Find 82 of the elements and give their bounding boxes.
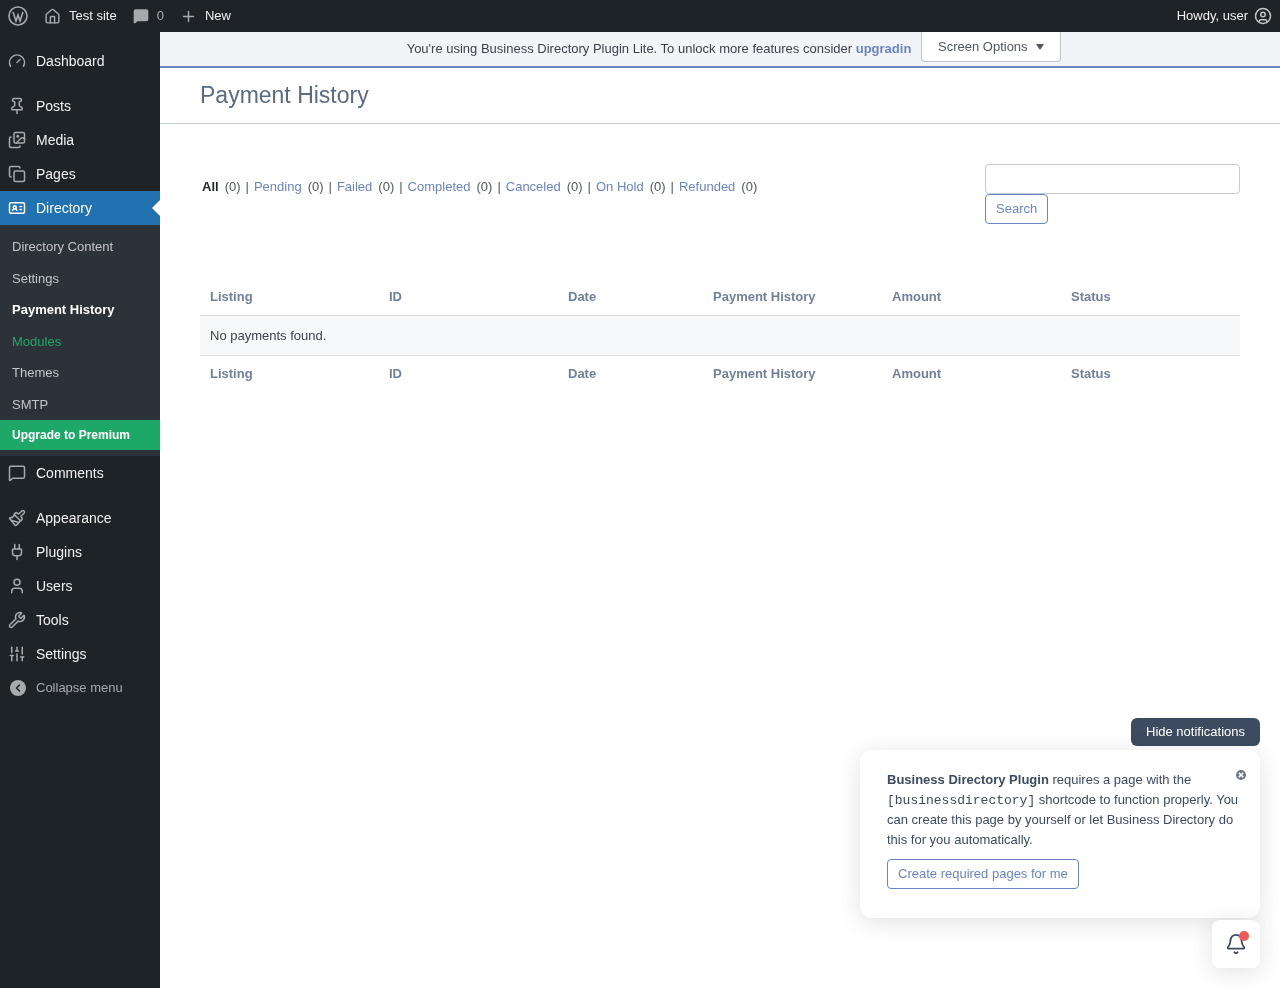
filter-count: (0) xyxy=(378,178,395,196)
menu-item[interactable]: Pages xyxy=(0,157,160,191)
submenu-item[interactable]: SMTP xyxy=(0,388,160,420)
menu-item[interactable]: Media xyxy=(0,123,160,157)
submenu-item[interactable]: Payment History xyxy=(0,294,160,326)
menu-item[interactable]: Posts xyxy=(0,89,160,123)
submenu-item[interactable]: Settings xyxy=(0,262,160,294)
filter-separator: | xyxy=(245,178,249,196)
column-header: Payment History xyxy=(712,288,817,306)
filter-count: (0) xyxy=(307,178,324,196)
notification-message: Business Directory Plugin requires a page with the [businessdirectory] shortcode to function properly. You can create this page by yourself or let Business Directory do this for you automatically. xyxy=(887,771,1240,849)
account-link[interactable]: Howdy, user xyxy=(1176,6,1248,26)
bell-icon xyxy=(1225,933,1247,955)
column-footer: ID xyxy=(379,356,558,392)
collapse-menu[interactable]: Collapse menu xyxy=(0,671,160,705)
column-header: Date xyxy=(567,288,598,306)
filter-separator: | xyxy=(587,178,591,196)
wrench-icon xyxy=(8,611,26,629)
filter-separator: | xyxy=(399,178,403,196)
wordpress-logo-icon[interactable] xyxy=(8,6,28,26)
menu-item[interactable]: Dashboard xyxy=(0,44,160,78)
filter-separator: | xyxy=(328,178,332,196)
menu-item[interactable]: Plugins xyxy=(0,535,160,569)
hide-notifications-button[interactable]: Hide notifications xyxy=(1131,718,1260,746)
filter-count: (0) xyxy=(566,178,583,196)
status-filter[interactable]: Pending xyxy=(253,177,302,197)
search-button[interactable]: Search xyxy=(985,194,1049,224)
status-filter[interactable]: Canceled xyxy=(505,177,561,197)
menu-item[interactable]: Comments xyxy=(0,456,160,490)
collapse-icon xyxy=(10,680,26,696)
submenu-item[interactable]: Themes xyxy=(0,357,160,389)
filter-separator: | xyxy=(497,178,501,196)
column-footer: Status xyxy=(1061,356,1240,392)
speech-bubble-icon xyxy=(8,464,26,482)
empty-row: No payments found. xyxy=(200,315,1240,356)
column-footer: Amount xyxy=(882,356,1061,392)
column-footer: Payment History xyxy=(703,356,882,392)
status-filter[interactable]: On Hold xyxy=(596,177,644,197)
id-card-icon xyxy=(8,199,26,217)
dashboard-icon xyxy=(8,52,26,70)
status-filter[interactable]: Refunded xyxy=(678,177,736,197)
home-icon xyxy=(44,7,61,25)
dropdown-arrow-icon xyxy=(1035,43,1044,50)
menu-item[interactable]: Settings xyxy=(0,637,160,671)
screen-options-button[interactable]: Screen Options xyxy=(921,32,1061,62)
notice-text: You're using Business Directory Plugin Lite. To unlock more features consider upgradin xyxy=(406,40,912,59)
column-footer: Listing xyxy=(200,356,379,392)
filter-count: (0) xyxy=(476,178,493,196)
menu-item[interactable]: Users xyxy=(0,569,160,603)
menu-item[interactable]: Tools xyxy=(0,603,160,637)
menu-item[interactable]: Appearance xyxy=(0,501,160,535)
site-link[interactable]: Test site xyxy=(69,6,117,26)
user-icon xyxy=(8,577,26,595)
column-footer: Date xyxy=(558,356,703,392)
new-link[interactable]: New xyxy=(204,6,231,26)
column-header: ID xyxy=(388,288,403,306)
pages-icon xyxy=(8,165,26,183)
page-title: Payment History xyxy=(200,81,369,111)
comment-icon xyxy=(132,8,149,24)
submenu-item[interactable]: Directory Content xyxy=(0,231,160,263)
column-header: Listing xyxy=(209,288,254,306)
submenu-item[interactable]: Modules xyxy=(0,325,160,357)
filter-count: (0) xyxy=(224,178,241,196)
filter-count: (0) xyxy=(649,178,666,196)
create-pages-button[interactable]: Create required pages for me xyxy=(887,859,1079,889)
status-filter[interactable]: All xyxy=(202,177,219,197)
filter-count: (0) xyxy=(741,178,758,196)
column-header: Amount xyxy=(891,288,943,306)
pin-icon xyxy=(8,97,26,115)
filter-separator: | xyxy=(670,178,674,196)
paintbrush-icon xyxy=(8,509,26,527)
avatar-icon[interactable] xyxy=(1254,7,1272,25)
search-field[interactable] xyxy=(985,164,1240,194)
media-icon xyxy=(8,131,26,149)
sliders-icon xyxy=(8,645,26,663)
status-filter[interactable]: Failed xyxy=(336,177,373,197)
status-filter[interactable]: Completed xyxy=(407,177,471,197)
comment-count[interactable]: 0 xyxy=(156,6,164,26)
menu-item[interactable]: Directory xyxy=(0,191,160,225)
notification-bell-button[interactable] xyxy=(1212,920,1260,968)
column-header: Status xyxy=(1070,288,1112,306)
close-icon[interactable] xyxy=(1234,768,1248,782)
